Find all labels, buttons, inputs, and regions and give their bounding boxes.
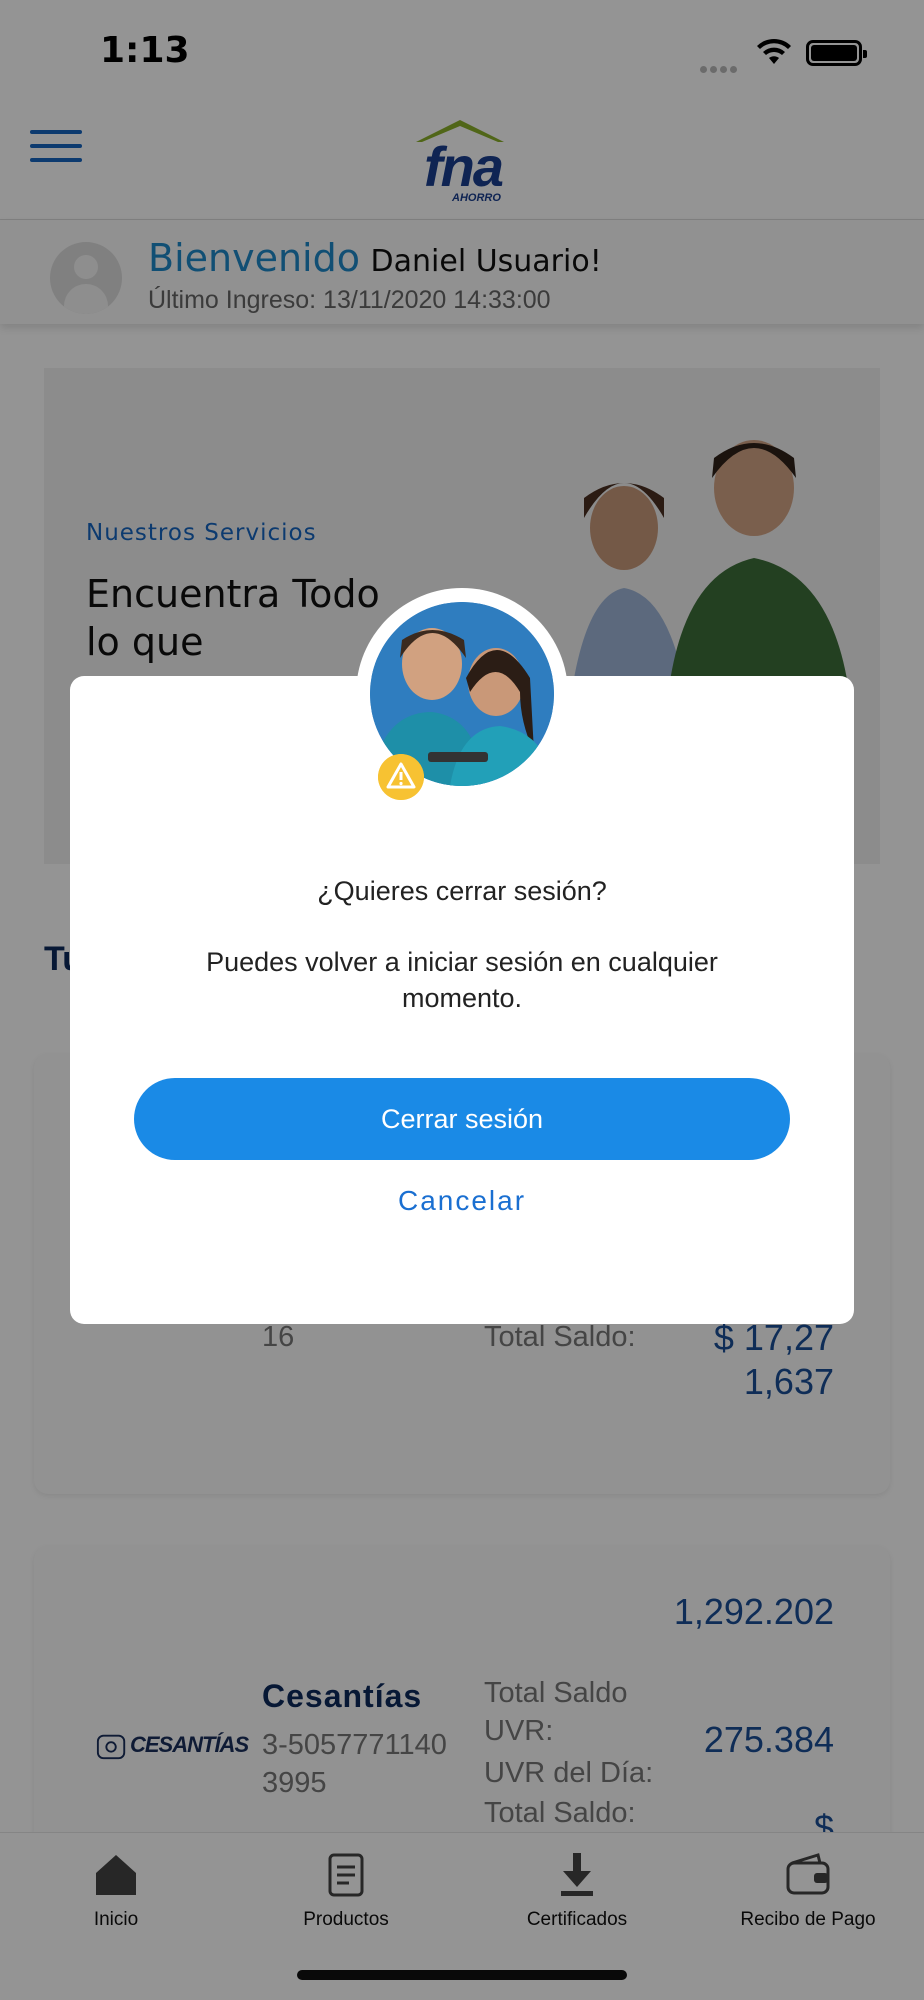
logout-button[interactable]: Cerrar sesión <box>134 1078 790 1160</box>
cancel-button[interactable]: Cancelar <box>312 1178 612 1224</box>
dialog-question: ¿Quieres cerrar sesión? <box>317 876 607 906</box>
warning-icon <box>378 754 424 800</box>
dialog-message: Puedes volver a iniciar sesión en cualqu… <box>206 947 718 1013</box>
